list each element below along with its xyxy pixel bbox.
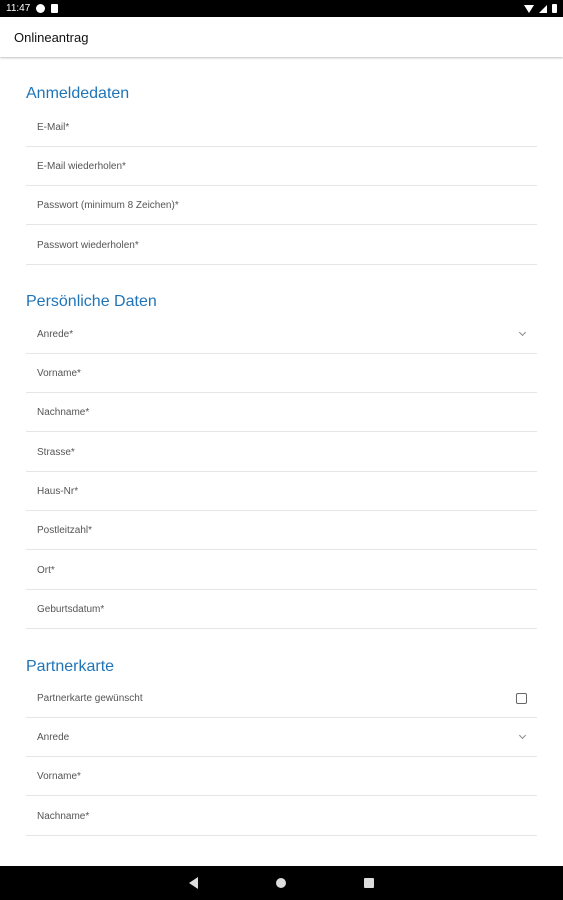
status-bar: 11:47 [0, 0, 563, 17]
battery-icon [552, 4, 557, 13]
partner-card-label: Partnerkarte gewünscht [37, 692, 143, 704]
recents-icon[interactable] [364, 878, 374, 888]
status-left: 11:47 [6, 3, 59, 14]
salutation-select[interactable]: Anrede* [26, 315, 537, 354]
password-field[interactable]: Passwort (minimum 8 Zeichen)* [26, 186, 537, 225]
lastname-label: Nachname* [37, 406, 90, 418]
email-repeat-field[interactable]: E-Mail wiederholen* [26, 147, 537, 186]
postal-code-field[interactable]: Postleitzahl* [26, 511, 537, 550]
partner-firstname-label: Vorname* [37, 770, 81, 782]
wifi-icon [524, 4, 534, 13]
partner-salutation-label: Anrede [37, 731, 70, 743]
status-right [524, 4, 557, 13]
partner-lastname-field[interactable]: Nachname* [26, 797, 537, 836]
postal-code-label: Postleitzahl* [37, 524, 93, 536]
password-label: Passwort (minimum 8 Zeichen)* [37, 199, 179, 211]
partner-salutation-select[interactable]: Anrede [26, 718, 537, 757]
chevron-down-icon [518, 328, 527, 337]
navigation-bar [0, 866, 563, 900]
partner-card-toggle[interactable]: Partnerkarte gewünscht [26, 679, 537, 718]
city-field[interactable]: Ort* [26, 551, 537, 590]
section-title-personal: Persönliche Daten [26, 293, 157, 310]
street-field[interactable]: Strasse* [26, 433, 537, 472]
email-label: E-Mail* [37, 121, 70, 133]
house-number-label: Haus-Nr* [37, 485, 79, 497]
lastname-field[interactable]: Nachname* [26, 393, 537, 432]
signal-icon [539, 4, 547, 13]
password-repeat-field[interactable]: Passwort wiederholen* [26, 226, 537, 265]
app-bar: Onlineantrag [0, 17, 563, 57]
birthdate-field[interactable]: Geburtsdatum* [26, 590, 537, 629]
partner-card-checkbox[interactable] [516, 692, 527, 704]
home-icon[interactable] [276, 878, 286, 888]
chevron-down-icon [518, 731, 527, 740]
section-title-login: Anmeldedaten [26, 85, 130, 102]
salutation-label: Anrede* [37, 328, 74, 340]
firstname-field[interactable]: Vorname* [26, 354, 537, 393]
g-icon [36, 4, 46, 13]
email-field[interactable]: E-Mail* [26, 108, 537, 147]
status-time: 11:47 [6, 3, 31, 14]
file-icon [51, 4, 59, 13]
firstname-label: Vorname* [37, 367, 81, 379]
page-title: Onlineantrag [14, 29, 89, 45]
section-title-partner: Partnerkarte [26, 658, 115, 675]
back-icon[interactable] [189, 877, 198, 889]
partner-lastname-label: Nachname* [37, 810, 90, 822]
birthdate-label: Geburtsdatum* [37, 603, 105, 615]
street-label: Strasse* [37, 446, 75, 458]
city-label: Ort* [37, 564, 55, 576]
email-repeat-label: E-Mail wiederholen* [37, 160, 126, 172]
password-repeat-label: Passwort wiederholen* [37, 239, 139, 251]
partner-firstname-field[interactable]: Vorname* [26, 757, 537, 796]
house-number-field[interactable]: Haus-Nr* [26, 472, 537, 511]
